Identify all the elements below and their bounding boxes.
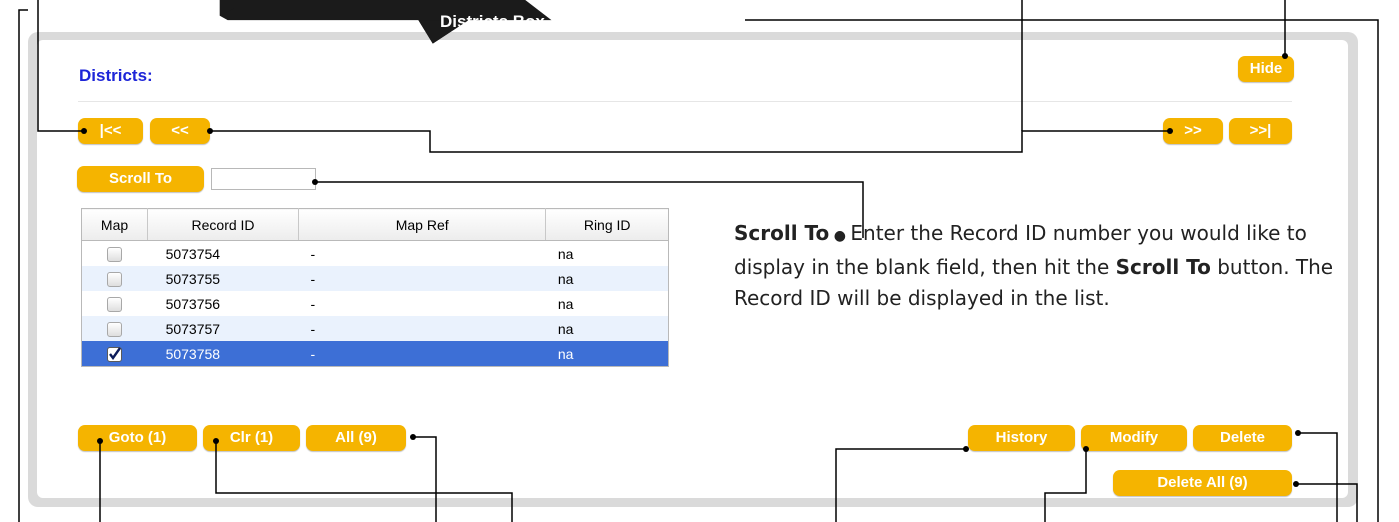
callout-lines — [18, 0, 1379, 522]
